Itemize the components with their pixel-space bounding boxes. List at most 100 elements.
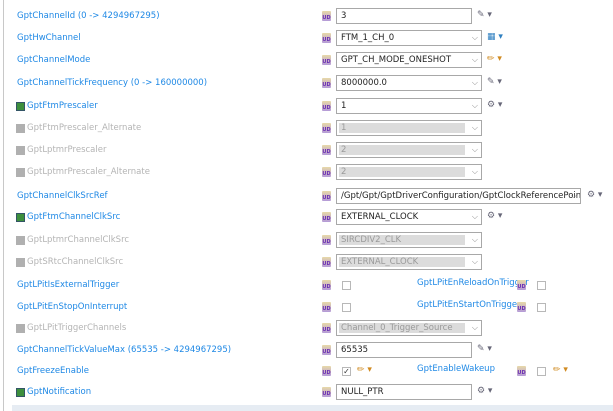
parameter-label: GptLptmrChannelClkSrc <box>27 235 130 245</box>
selected-value: 1 <box>339 123 465 133</box>
config-row: GptFtmPrescaler_Alternate UD 1 ⌵ <box>0 119 613 139</box>
enablement-marker-icon <box>16 258 25 267</box>
config-row: GptLptmrPrescaler_Alternate UD 2 ⌵ <box>0 163 613 183</box>
input-value: 3 <box>341 11 347 21</box>
parameter-type-icon: UD <box>322 167 331 177</box>
parameter-type-icon: UD <box>322 123 331 133</box>
link-icon[interactable]: ⚙ ▾ <box>477 386 492 396</box>
checkbox[interactable] <box>342 303 351 312</box>
parameter-label: GptLPitEnStartOnTrigger <box>417 300 521 310</box>
parameter-type-icon: UD <box>322 33 331 43</box>
text-input[interactable]: 65535 <box>336 342 472 358</box>
link-icon[interactable]: ⚙ ▾ <box>487 211 502 221</box>
selected-value: SIRCDIV2_CLK <box>339 235 465 245</box>
pencil-icon[interactable]: ✏ ▾ <box>553 365 568 375</box>
chevron-down-icon[interactable]: ⌵ <box>472 76 478 90</box>
config-row: GptChannelTickFrequency (0 -> 160000000)… <box>0 74 613 94</box>
checkbox[interactable] <box>537 303 546 312</box>
input-value: 65535 <box>341 345 369 355</box>
config-row: GptLPitIsExternalTrigger UD GptLPitEnReloa… <box>0 276 613 296</box>
parameter-label: GptFtmPrescaler_Alternate <box>27 123 142 133</box>
checkbox[interactable] <box>537 367 546 376</box>
config-row: GptFreezeEnable UD ✓ ✏ ▾ GptEnableWakeup UD ✏ … <box>0 362 613 382</box>
enablement-marker-icon <box>16 324 25 333</box>
parameter-type-icon: UD <box>322 366 331 376</box>
parameter-type-icon: UD <box>322 302 331 312</box>
selected-value: Channel_0_Trigger_Source <box>339 323 465 333</box>
link-icon[interactable]: ⚙ ▾ <box>587 190 602 200</box>
parameter-type-icon: UD <box>322 257 331 267</box>
table-icon[interactable]: ▦ ▾ <box>487 32 503 42</box>
parameter-label: GptLptmrPrescaler_Alternate <box>27 167 150 177</box>
chevron-down-icon[interactable]: ⌵ <box>472 99 478 113</box>
pencil-icon[interactable]: ✏ ▾ <box>487 54 502 64</box>
text-input[interactable]: 3 <box>336 8 472 24</box>
link-icon[interactable]: ⚙ ▾ <box>487 100 502 110</box>
edit-calc-icon[interactable]: ✎ ▾ <box>487 77 502 87</box>
chevron-down-icon[interactable]: ⌵ <box>571 189 577 203</box>
config-row: GptLptmrPrescaler UD 2 ⌵ <box>0 141 613 161</box>
text-input[interactable]: NULL_PTR <box>336 384 472 400</box>
dropdown-select[interactable]: EXTERNAL_CLOCK ⌵ <box>336 209 482 225</box>
chevron-down-icon: ⌵ <box>471 123 478 132</box>
enablement-marker-icon[interactable] <box>16 388 25 397</box>
dropdown-select-disabled: 2 ⌵ <box>336 142 482 158</box>
enablement-marker-icon[interactable] <box>16 102 25 111</box>
chevron-down-icon: ⌵ <box>471 145 478 154</box>
dropdown-select-disabled: 2 ⌵ <box>336 164 482 180</box>
edit-calc-icon[interactable]: ✎ ▾ <box>477 10 492 20</box>
dropdown-select[interactable]: 8000000.0 ⌵ <box>336 75 482 91</box>
chevron-down-icon: ⌵ <box>471 323 478 332</box>
checkbox[interactable] <box>342 281 351 290</box>
selected-value: FTM_1_CH_0 <box>341 33 395 43</box>
enablement-marker-icon[interactable] <box>16 213 25 222</box>
config-row: GptChannelMode UD GPT_CH_MODE_ONESHOT ⌵ ✏ ▾ <box>0 51 613 71</box>
parameter-label: GptHwChannel <box>17 33 81 43</box>
config-row: GptChannelId (0 -> 4294967295) UD 3 ✎ ▾ <box>0 7 613 27</box>
checkbox[interactable]: ✓ <box>342 367 351 376</box>
enablement-marker-icon <box>16 146 25 155</box>
dropdown-select[interactable]: FTM_1_CH_0 ⌵ <box>336 30 482 46</box>
enablement-marker-icon <box>16 168 25 177</box>
enablement-marker-icon <box>16 124 25 133</box>
selected-value: EXTERNAL_CLOCK <box>339 257 465 267</box>
chevron-down-icon: ⌵ <box>471 257 478 266</box>
chevron-down-icon[interactable]: ⌵ <box>472 31 478 45</box>
parameter-type-icon: UD <box>322 387 331 397</box>
dropdown-select[interactable]: 1 ⌵ <box>336 98 482 114</box>
parameter-label: GptFtmPrescaler <box>27 101 98 111</box>
config-row: GptLPitEnStopOnInterrupt UD GptLPitEnStart… <box>0 298 613 318</box>
selected-value: 2 <box>339 167 465 177</box>
checkbox[interactable] <box>537 281 546 290</box>
chevron-down-icon[interactable]: ⌵ <box>472 210 478 224</box>
config-row: GptChannelClkSrcRef UD/Gpt/Gpt/GptDriverC… <box>0 187 613 207</box>
dropdown-select[interactable]: GPT_CH_MODE_ONESHOT ⌵ <box>336 52 482 68</box>
selected-value: 8000000.0 <box>341 78 387 88</box>
dropdown-select[interactable]: /Gpt/Gpt/GptDriverConfiguration/GptClock… <box>336 188 581 204</box>
parameter-type-icon: UD <box>322 145 331 155</box>
parameter-label: GptLPitTriggerChannels <box>27 323 127 333</box>
parameter-label: GptLPitEnReloadOnTrigger <box>417 278 529 288</box>
parameter-type-icon: UD <box>322 280 331 290</box>
parameter-type-icon: UD <box>322 11 331 21</box>
input-value: NULL_PTR <box>341 387 384 397</box>
parameter-label: GptFtmChannelClkSrc <box>27 212 121 222</box>
config-row: GptFtmPrescaler UD 1 ⌵ ⚙ ▾ <box>0 97 613 117</box>
chevron-down-icon[interactable]: ⌵ <box>472 53 478 67</box>
parameter-type-icon: UD <box>322 323 331 333</box>
edit-calc-icon[interactable]: ✎ ▾ <box>477 344 492 354</box>
dropdown-select-disabled: 1 ⌵ <box>336 120 482 136</box>
config-row: GptChannelTickValueMax (65535 -> 4294967… <box>0 341 613 361</box>
parameter-type-icon: UD <box>322 55 331 65</box>
config-row: GptSRtcChannelClkSrc UD EXTERNAL_CLOCK ⌵ <box>0 253 613 273</box>
chevron-down-icon: ⌵ <box>471 167 478 176</box>
parameter-label: GptSRtcChannelClkSrc <box>27 257 124 267</box>
dropdown-select-disabled: SIRCDIV2_CLK ⌵ <box>336 232 482 248</box>
parameter-type-icon: UD <box>322 345 331 355</box>
selected-value: GPT_CH_MODE_ONESHOT <box>341 55 452 65</box>
pencil-icon[interactable]: ✏ ▾ <box>357 365 372 375</box>
parameter-type-icon: UD <box>517 280 526 290</box>
parameter-type-icon: UD <box>322 101 331 111</box>
config-row: GptHwChannel UD FTM_1_CH_0 ⌵ ▦ ▾ <box>0 29 613 49</box>
next-section-header[interactable] <box>12 405 613 411</box>
